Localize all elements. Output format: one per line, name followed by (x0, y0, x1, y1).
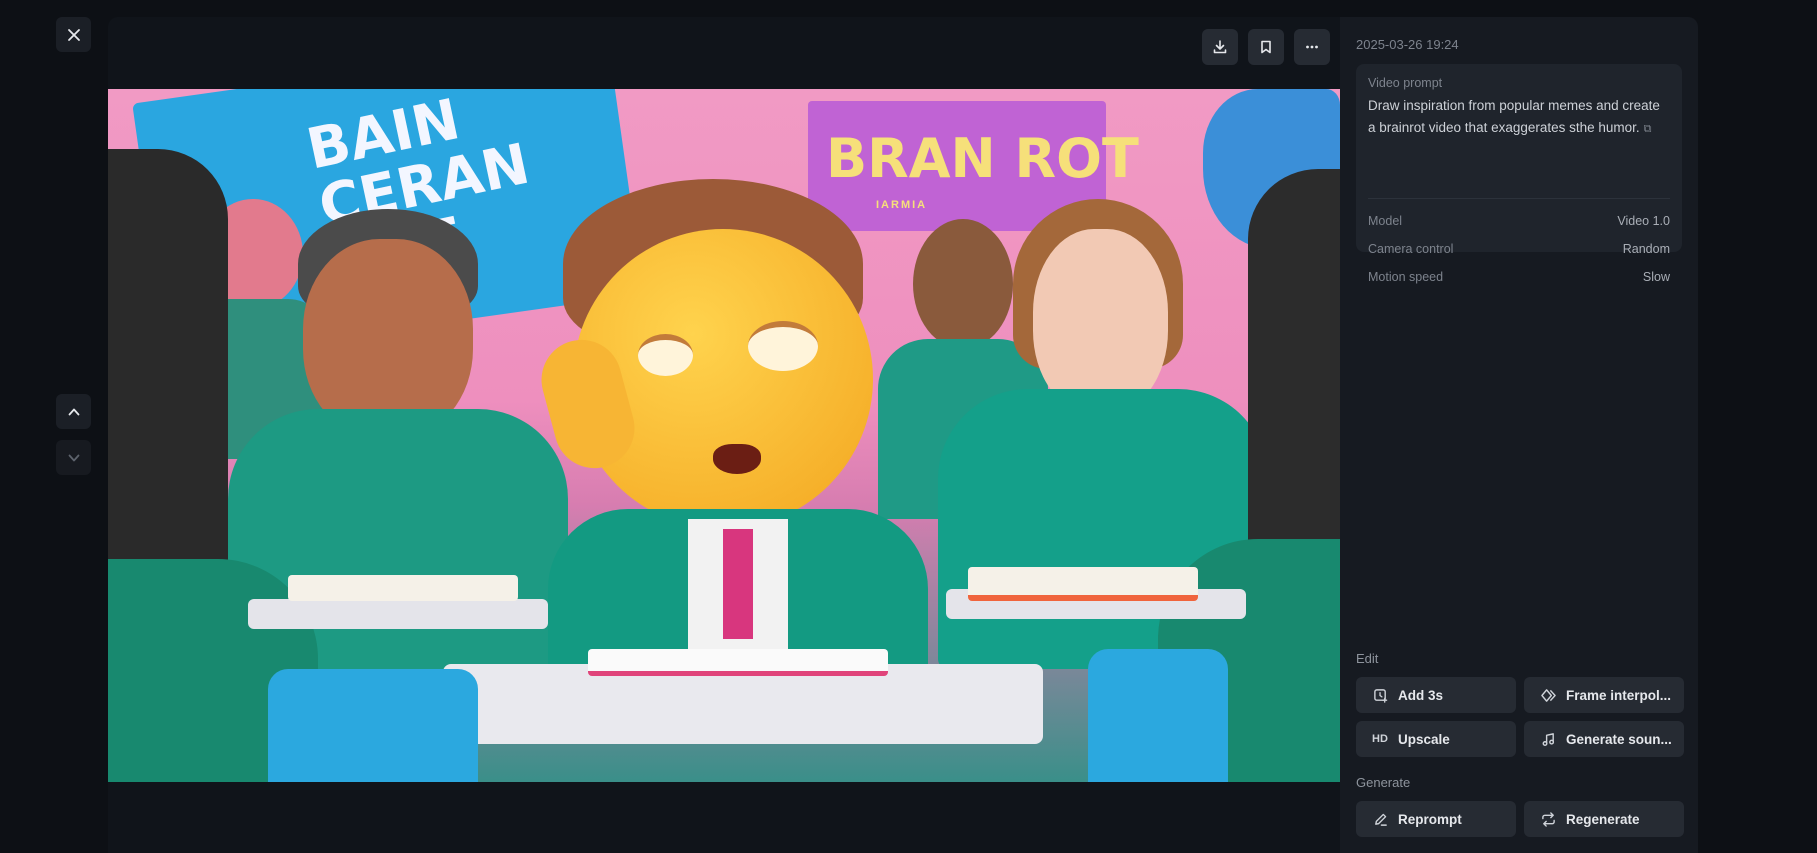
music-note-icon (1540, 731, 1556, 747)
emoji-mouth (713, 444, 761, 474)
desk-left-book (288, 575, 518, 601)
media-toolbar (1202, 29, 1330, 65)
reprompt-label: Reprompt (1398, 811, 1462, 827)
chevron-down-icon (68, 454, 79, 461)
generate-sound-button[interactable]: Generate soun... (1524, 721, 1684, 757)
more-button[interactable] (1294, 29, 1330, 65)
frame-interpolation-label: Frame interpol... (1566, 687, 1672, 703)
pencil-icon (1372, 811, 1388, 827)
generate-section-title: Generate (1356, 775, 1411, 790)
bookmark-button[interactable] (1248, 29, 1284, 65)
media-viewer: BAIN CERAN ROT BRAN ROT IARMIA (108, 17, 1340, 853)
close-icon (67, 28, 80, 41)
bookmark-icon (1261, 40, 1271, 54)
add-time-icon (1372, 687, 1388, 703)
copy-icon[interactable]: ⧉ (1644, 123, 1652, 135)
frame-interpolation-button[interactable]: Frame interpol... (1524, 677, 1684, 713)
download-icon (1213, 40, 1227, 54)
motion-speed-label: Motion speed (1368, 270, 1444, 284)
prompt-text[interactable]: Draw inspiration from popular memes and … (1368, 95, 1670, 140)
diamond-icon (1540, 687, 1556, 703)
emoji-tie (723, 529, 753, 639)
prompt-label: Video prompt (1368, 76, 1443, 90)
repeat-icon (1540, 811, 1556, 827)
model-value: Video 1.0 (1617, 214, 1670, 228)
hd-icon: HD (1372, 733, 1388, 745)
more-icon (1306, 45, 1318, 49)
generate-sound-label: Generate soun... (1566, 731, 1672, 747)
close-button[interactable] (56, 17, 91, 52)
download-button[interactable] (1202, 29, 1238, 65)
right-banner-text: BRAN ROT (826, 127, 1139, 190)
motion-speed-value: Slow (1642, 270, 1670, 284)
desk-center (443, 664, 1043, 744)
emoji-left-eye (638, 334, 693, 376)
details-panel: 2025-03-26 19:24 Video prompt Draw inspi… (1340, 17, 1698, 853)
desk-right-book (968, 567, 1198, 601)
divider (1368, 198, 1670, 199)
camera-control-label: Camera control (1368, 242, 1454, 256)
camera-control-value: Random (1622, 242, 1670, 256)
regenerate-button[interactable]: Regenerate (1524, 801, 1684, 837)
timestamp: 2025-03-26 19:24 (1356, 37, 1459, 52)
chair-right (1088, 649, 1228, 782)
model-label: Model (1368, 214, 1403, 228)
regenerate-label: Regenerate (1566, 811, 1640, 827)
emoji-right-eye (748, 321, 818, 371)
upscale-label: Upscale (1398, 731, 1450, 747)
next-button[interactable] (56, 440, 91, 475)
student-right-face (1033, 229, 1168, 414)
upscale-button[interactable]: HD Upscale (1356, 721, 1516, 757)
edit-section-title: Edit (1356, 651, 1379, 666)
reprompt-button[interactable]: Reprompt (1356, 801, 1516, 837)
chair-left (268, 669, 478, 782)
desk-center-book (588, 649, 888, 676)
previous-button[interactable] (56, 394, 91, 429)
chevron-up-icon (68, 408, 79, 415)
desk-left (248, 599, 548, 629)
prompt-card: Video prompt Draw inspiration from popul… (1356, 64, 1682, 284)
add-3s-label: Add 3s (1398, 687, 1444, 703)
video-frame[interactable]: BAIN CERAN ROT BRAN ROT IARMIA (108, 89, 1340, 782)
right-banner-subtext: IARMIA (876, 199, 928, 211)
student-back-right (913, 219, 1013, 349)
add-3s-button[interactable]: Add 3s (1356, 677, 1516, 713)
